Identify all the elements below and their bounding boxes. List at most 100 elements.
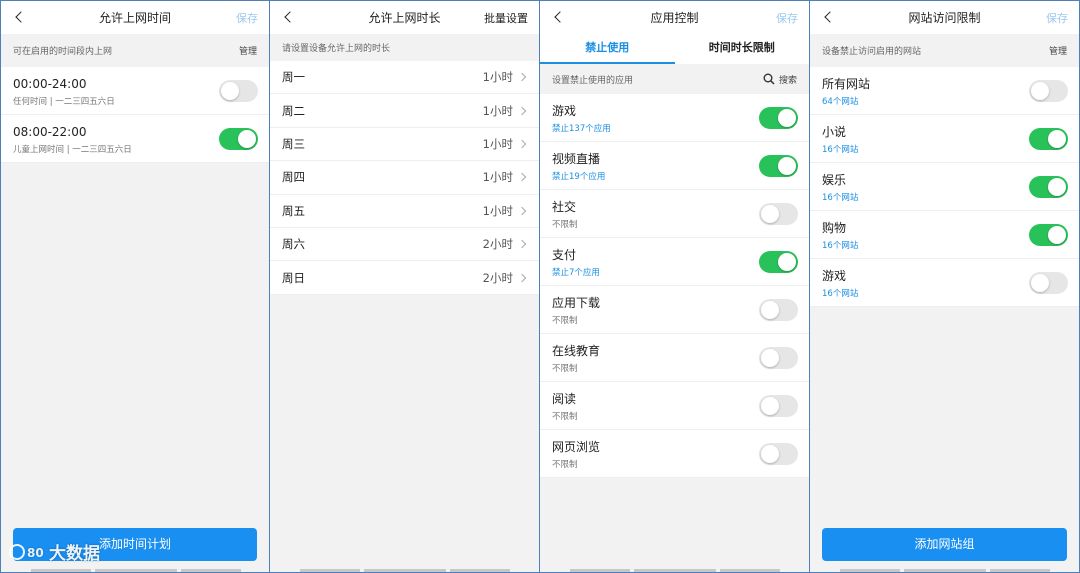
day-list: 周一 1小时 周二 1小时 周三 1小时 周四 1小时 周五 1小时 周六 2小时 周日 2小… [270, 61, 539, 295]
toggle-knob [761, 397, 779, 415]
app-category-toggle[interactable] [759, 395, 798, 417]
day-row[interactable]: 周四 1小时 [270, 161, 539, 195]
app-category-toggle[interactable] [759, 155, 798, 177]
chevron-right-icon [519, 107, 527, 115]
bottom-indicator [904, 569, 986, 572]
day-row[interactable]: 周一 1小时 [270, 61, 539, 95]
bottom-indicator [450, 569, 510, 572]
website-group-item[interactable]: 游戏 16个网站 [810, 259, 1079, 307]
day-row[interactable]: 周三 1小时 [270, 127, 539, 162]
day-label: 周日 [282, 270, 305, 285]
back-arrow-icon[interactable] [282, 8, 298, 26]
app-category-item[interactable]: 阅读 不限制 [540, 382, 809, 430]
day-row[interactable]: 周六 2小时 [270, 227, 539, 262]
search-label: 搜索 [778, 75, 797, 86]
section-header: 设置禁止使用的应用 搜索 [540, 64, 809, 94]
back-arrow-icon[interactable] [13, 8, 29, 26]
add-website-group-button[interactable]: 添加网站组 [822, 528, 1067, 561]
watermark-text: 大数据 [49, 544, 100, 564]
time-plan-toggle[interactable] [219, 80, 258, 102]
day-duration: 1小时 [482, 103, 513, 118]
header: 允许上网时间 保存 [1, 1, 269, 34]
bottom-indicator [364, 569, 446, 572]
app-category-item[interactable]: 社交 不限制 [540, 190, 809, 238]
app-category-item[interactable]: 应用下载 不限制 [540, 286, 809, 334]
day-label: 周四 [282, 170, 305, 185]
toggle-knob [1048, 178, 1066, 196]
website-group-toggle[interactable] [1029, 80, 1068, 102]
bottom-indicator [300, 569, 360, 572]
save-button[interactable]: 保存 [236, 10, 258, 26]
app-category-item[interactable]: 视频直播 禁止19个应用 [540, 142, 809, 190]
manage-button[interactable]: 管理 [239, 44, 257, 57]
chevron-right-icon [519, 140, 527, 148]
save-button[interactable]: 保存 [1046, 10, 1068, 26]
day-label: 周二 [282, 103, 305, 118]
bottom-indicator [181, 569, 241, 572]
section-description: 请设置设备允许上网的时长 [282, 44, 391, 54]
app-category-item[interactable]: 游戏 禁止137个应用 [540, 94, 809, 142]
day-duration: 1小时 [482, 70, 513, 85]
time-plan-toggle[interactable] [219, 128, 258, 150]
day-duration: 2小时 [482, 237, 513, 252]
panel-allowed-time: 允许上网时间 保存 可在启用的时间段内上网 管理 00:00-24:00 任何时… [0, 0, 270, 573]
chevron-right-icon [519, 207, 527, 215]
toggle-knob [1048, 130, 1066, 148]
toggle-knob [761, 301, 779, 319]
website-group-toggle[interactable] [1029, 272, 1068, 294]
day-row[interactable]: 周二 1小时 [270, 94, 539, 128]
bottom-indicator [720, 569, 780, 572]
app-category-item[interactable]: 在线教育 不限制 [540, 334, 809, 382]
search-button[interactable]: 搜索 [763, 73, 797, 86]
app-category-item[interactable]: 支付 禁止7个应用 [540, 238, 809, 286]
day-duration: 2小时 [482, 270, 513, 285]
website-group-toggle[interactable] [1029, 176, 1068, 198]
website-group-item[interactable]: 购物 16个网站 [810, 211, 1079, 259]
app-category-toggle[interactable] [759, 347, 798, 369]
app-category-toggle[interactable] [759, 251, 798, 273]
section-description: 设置禁止使用的应用 [552, 75, 634, 86]
app-category-item[interactable]: 网页浏览 不限制 [540, 430, 809, 478]
website-group-item[interactable]: 所有网站 64个网站 [810, 67, 1079, 115]
chevron-right-icon [519, 274, 527, 282]
app-category-toggle[interactable] [759, 443, 798, 465]
website-group-item[interactable]: 小说 16个网站 [810, 115, 1079, 163]
website-group-list: 所有网站 64个网站 小说 16个网站 娱乐 16个网站 购物 16个网站 游戏 16个网… [810, 67, 1079, 307]
tab-block-usage[interactable]: 禁止使用 [540, 34, 675, 64]
back-arrow-icon[interactable] [552, 8, 568, 26]
website-group-toggle[interactable] [1029, 128, 1068, 150]
tab-bar: 禁止使用 时间时长限制 [540, 34, 809, 64]
panel-app-control: 应用控制 保存 禁止使用 时间时长限制 设置禁止使用的应用 搜索 游戏 禁止137… [540, 0, 810, 573]
section-header: 可在启用的时间段内上网 管理 [1, 34, 269, 67]
section-description: 设备禁止访问启用的网站 [822, 47, 922, 57]
page-title: 网站访问限制 [908, 11, 981, 25]
time-plan-item[interactable]: 00:00-24:00 任何时间 | 一二三四五六日 [1, 67, 269, 115]
bottom-indicator [95, 569, 177, 572]
page-title: 应用控制 [650, 11, 699, 25]
batch-settings-button[interactable]: 批量设置 [484, 10, 528, 26]
tab-time-limit[interactable]: 时间时长限制 [675, 34, 810, 64]
toggle-knob [778, 253, 796, 271]
day-duration: 1小时 [482, 170, 513, 185]
toggle-knob [761, 205, 779, 223]
save-button[interactable]: 保存 [776, 10, 798, 26]
tab-indicator [540, 62, 675, 64]
bottom-indicator [570, 569, 630, 572]
day-duration: 1小时 [482, 203, 513, 218]
bottom-indicator [634, 569, 716, 572]
manage-button[interactable]: 管理 [1049, 44, 1067, 57]
day-label: 周五 [282, 203, 305, 218]
bottom-indicator [990, 569, 1050, 572]
app-category-toggle[interactable] [759, 299, 798, 321]
day-row[interactable]: 周五 1小时 [270, 194, 539, 228]
toggle-knob [778, 157, 796, 175]
time-plan-item[interactable]: 08:00-22:00 儿童上网时间 | 一二三四五六日 [1, 115, 269, 163]
bottom-indicator [31, 569, 91, 572]
back-arrow-icon[interactable] [822, 8, 838, 26]
app-category-toggle[interactable] [759, 107, 798, 129]
website-group-toggle[interactable] [1029, 224, 1068, 246]
day-row[interactable]: 周日 2小时 [270, 261, 539, 295]
app-category-toggle[interactable] [759, 203, 798, 225]
website-group-item[interactable]: 娱乐 16个网站 [810, 163, 1079, 211]
toggle-knob [1031, 274, 1049, 292]
